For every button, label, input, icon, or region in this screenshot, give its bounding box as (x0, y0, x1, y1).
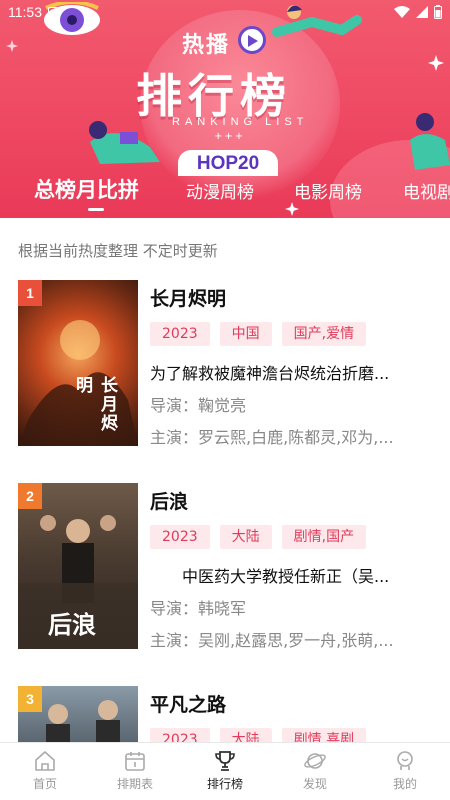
poster-image[interactable]: 1 长月烬明 (18, 280, 138, 446)
decor-plus-marks: +++ (214, 131, 246, 142)
item-description: 中医药大学教授任新正（吴... (150, 567, 390, 586)
ranking-banner: 11:53 A 热播 排行榜 RANKING LIST +++ HOP20 总榜… (0, 0, 450, 218)
nav-discover-label: 发现 (302, 777, 327, 791)
nav-discover[interactable]: 发现 (270, 743, 360, 800)
signal-icon (416, 6, 428, 18)
rank-badge: 3 (18, 686, 42, 712)
item-title[interactable]: 平凡之路 (150, 690, 226, 717)
tab-tv-weekly[interactable]: 电视剧 (403, 178, 450, 203)
item-actors: 主演：罗云熙,白鹿,陈都灵,邓为,... (150, 428, 394, 447)
status-bar: 11:53 A (0, 0, 450, 24)
home-icon (35, 751, 55, 771)
poster-title: 后浪 (48, 611, 96, 639)
calendar-icon (125, 752, 145, 771)
hot-label: 热播 (182, 33, 231, 58)
decor-sitting-person-icon (410, 113, 450, 170)
trophy-icon (215, 751, 235, 771)
notification-icon: A (48, 7, 58, 17)
nav-home[interactable]: 首页 (0, 743, 90, 800)
decor-sparkle-icon (428, 55, 444, 71)
planet-icon (304, 753, 326, 769)
nav-home-label: 首页 (32, 777, 57, 791)
item-title[interactable]: 后浪 (150, 487, 188, 514)
poster-image[interactable]: 2 后浪 (18, 483, 138, 649)
nav-mine[interactable]: 我的 (360, 743, 450, 800)
tag-year: 2023 (150, 322, 210, 346)
item-director: 导演：鞠觉亮 (150, 396, 247, 415)
wifi-icon (394, 6, 410, 18)
play-icon (238, 26, 266, 54)
poster-title: 长月烬明 (72, 376, 117, 433)
decor-sparkle-icon (6, 40, 18, 52)
item-tags: 2023 大陆 剧情,国产 (150, 525, 376, 549)
nav-ranking-label: 排行榜 (206, 777, 243, 791)
tag-region: 大陆 (219, 525, 272, 549)
profile-icon (397, 751, 413, 770)
bottom-navigation: 首页 排期表 排行榜 发现 我的 (0, 742, 450, 800)
ranking-tabs: 总榜月比拼 动漫周榜 电影周榜 电视剧 (0, 172, 450, 212)
nav-ranking[interactable]: 排行榜 (180, 743, 270, 800)
item-title[interactable]: 长月烬明 (150, 284, 226, 311)
active-tab-indicator (88, 208, 104, 211)
update-note: 根据当前热度整理 不定时更新 (18, 242, 218, 260)
tag-region: 中国 (219, 322, 272, 346)
tag-genre: 国产,爱情 (281, 322, 367, 346)
nav-mine-label: 我的 (392, 777, 417, 791)
tab-total-monthly[interactable]: 总榜月比拼 (34, 174, 139, 204)
rank-badge: 1 (18, 280, 42, 306)
tab-movie-weekly[interactable]: 电影周榜 (294, 178, 362, 203)
item-director: 导演：韩晓军 (150, 599, 247, 618)
nav-schedule-label: 排期表 (116, 777, 153, 791)
poster-image[interactable]: 3 (18, 686, 138, 742)
battery-icon (434, 5, 442, 19)
item-actors: 主演：吴刚,赵露思,罗一舟,张萌,... (150, 631, 394, 650)
item-tags: 2023 中国 国产,爱情 (150, 322, 376, 346)
tag-genre: 剧情,国产 (281, 525, 367, 549)
item-description: 为了解救被魔神澹台烬统治折磨... (150, 364, 390, 383)
tag-year: 2023 (150, 525, 210, 549)
nav-schedule[interactable]: 排期表 (90, 743, 180, 800)
tab-anime-weekly[interactable]: 动漫周榜 (186, 178, 254, 203)
status-time: 11:53 (8, 4, 42, 20)
rank-badge: 2 (18, 483, 42, 509)
page-subtitle: RANKING LIST (172, 116, 309, 128)
